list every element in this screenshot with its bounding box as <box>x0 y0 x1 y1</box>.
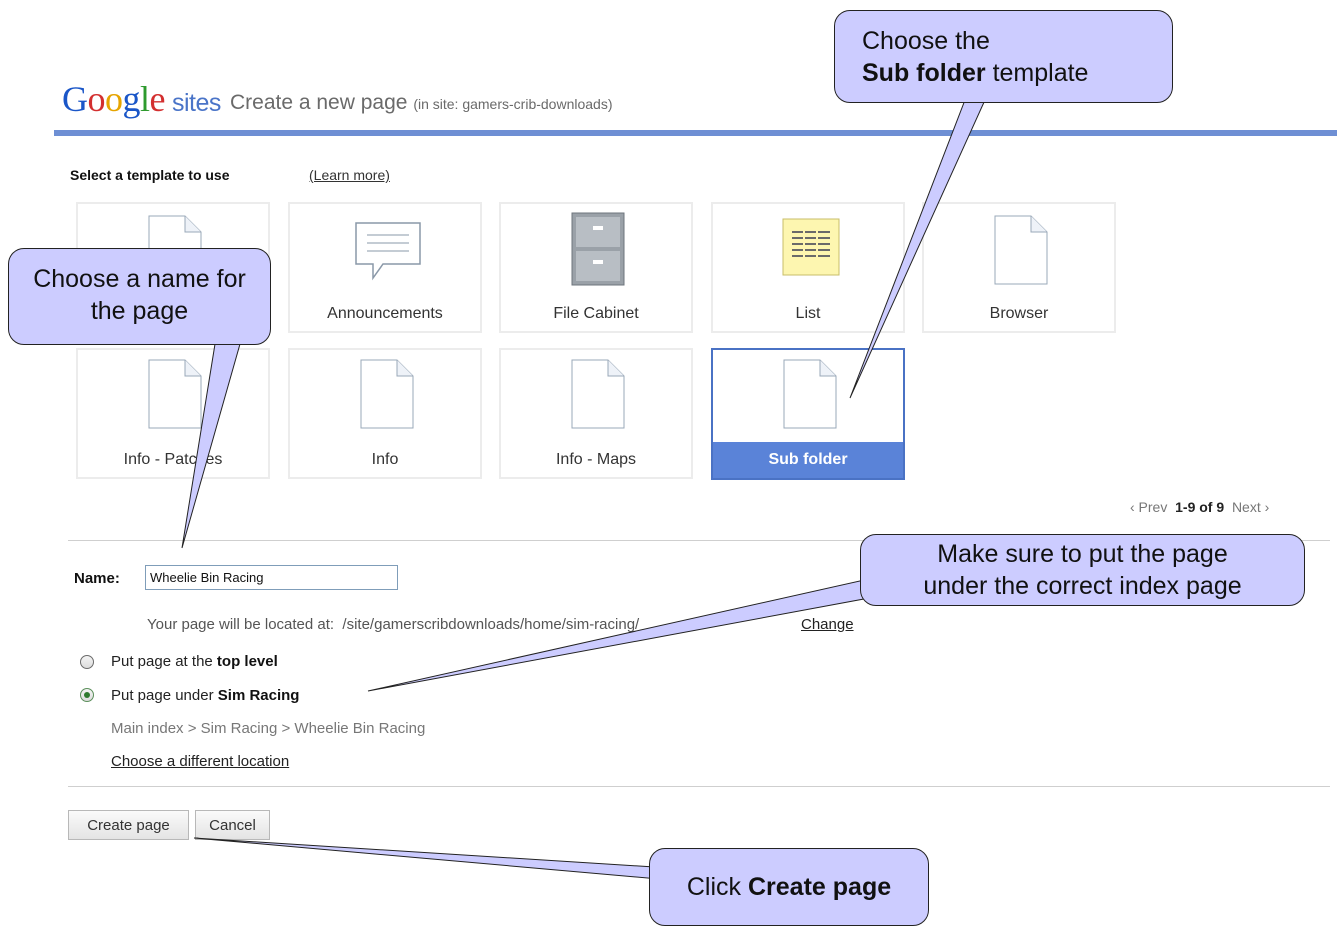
template-tile-info-maps[interactable]: Info - Maps <box>499 348 693 479</box>
file-cabinet-icon <box>571 212 625 286</box>
learn-more-link[interactable]: (Learn more) <box>309 167 390 183</box>
document-icon <box>571 359 625 429</box>
site-note: (in site: gamers-crib-downloads) <box>413 96 613 112</box>
location-prefix: Your page will be located at: <box>147 616 335 633</box>
cancel-button[interactable]: Cancel <box>195 810 270 840</box>
callout-template: Choose the Sub folder template <box>834 10 1173 103</box>
next-link[interactable]: Next › <box>1232 499 1269 515</box>
radio-top-level-label[interactable]: Put page at the top level <box>111 653 278 670</box>
callout-name-text: Choose a name for the page <box>33 265 246 325</box>
template-label: File Cabinet <box>553 305 639 322</box>
document-icon <box>148 359 202 429</box>
google-sites-logo: Google sites <box>62 79 221 119</box>
template-label: Browser <box>989 305 1049 322</box>
radio-under-parent[interactable] <box>80 688 94 702</box>
radio-top-level[interactable] <box>80 655 94 669</box>
change-link[interactable]: Change <box>801 616 854 633</box>
document-icon <box>360 359 414 429</box>
header-divider <box>54 130 1337 136</box>
callout-template-rest: template <box>992 59 1089 87</box>
template-pager: ‹ Prev 1-9 of 9 Next › <box>1130 499 1269 515</box>
callout-location-line1: Make sure to put the page <box>937 540 1228 568</box>
page-title: Create a new page (in site: gamers-crib-… <box>230 91 613 115</box>
template-label: Sub folder <box>713 442 903 478</box>
template-tile-browser[interactable]: Browser <box>922 202 1116 333</box>
section-divider <box>68 786 1330 787</box>
template-tile-file-cabinet[interactable]: File Cabinet <box>499 202 693 333</box>
location-info: Your page will be located at: /site/game… <box>147 616 639 633</box>
pager-total: 9 <box>1216 499 1225 515</box>
template-tile-list[interactable]: List <box>711 202 905 333</box>
template-tile-announcements[interactable]: Announcements <box>288 202 482 333</box>
template-label: Announcements <box>327 305 443 322</box>
choose-location-link[interactable]: Choose a different location <box>111 753 289 770</box>
top-level-prefix: Put page at the <box>111 653 213 670</box>
template-tile-sub-folder[interactable]: Sub folder <box>711 348 905 480</box>
template-label: Info - Maps <box>555 451 637 468</box>
location-path: /site/gamerscribdownloads/home/sim-racin… <box>342 616 640 633</box>
template-tile-info-patches[interactable]: Info - Patches <box>76 348 270 479</box>
under-prefix: Put page under <box>111 687 214 704</box>
callout-create-prefix: Click <box>686 873 742 901</box>
under-bold: Sim Racing <box>217 687 300 704</box>
callout-create: Click Create page <box>649 848 929 926</box>
pager-range: 1-9 <box>1175 499 1196 515</box>
list-icon <box>782 218 840 276</box>
radio-under-parent-label[interactable]: Put page under Sim Racing <box>111 687 299 704</box>
callout-name: Choose a name for the page <box>8 248 271 345</box>
template-label: Info - Patches <box>123 451 223 468</box>
logo-sites-text: sites <box>172 89 221 117</box>
callout-template-bold: Sub folder <box>862 59 986 87</box>
name-field[interactable] <box>145 565 398 590</box>
page-title-text: Create a new page <box>230 91 408 114</box>
name-label: Name: <box>74 570 120 587</box>
template-heading: Select a template to use <box>70 167 230 183</box>
prev-link[interactable]: ‹ Prev <box>1130 499 1167 515</box>
template-label: Info <box>371 451 399 468</box>
callout-location: Make sure to put the page under the corr… <box>860 534 1305 606</box>
callout-template-line2: Sub folder template <box>862 57 1172 89</box>
announcement-icon <box>355 222 421 281</box>
callout-location-line2: under the correct index page <box>923 572 1242 600</box>
create-page-button[interactable]: Create page <box>68 810 189 840</box>
pager-of: of <box>1199 499 1213 515</box>
template-tile-info[interactable]: Info <box>288 348 482 479</box>
document-icon <box>783 359 837 429</box>
callout-create-bold: Create page <box>748 873 892 901</box>
breadcrumb: Main index > Sim Racing > Wheelie Bin Ra… <box>111 720 426 737</box>
document-icon <box>994 215 1048 285</box>
template-label: List <box>795 305 821 322</box>
top-level-bold: top level <box>216 653 278 670</box>
callout-template-line1: Choose the <box>862 27 990 55</box>
